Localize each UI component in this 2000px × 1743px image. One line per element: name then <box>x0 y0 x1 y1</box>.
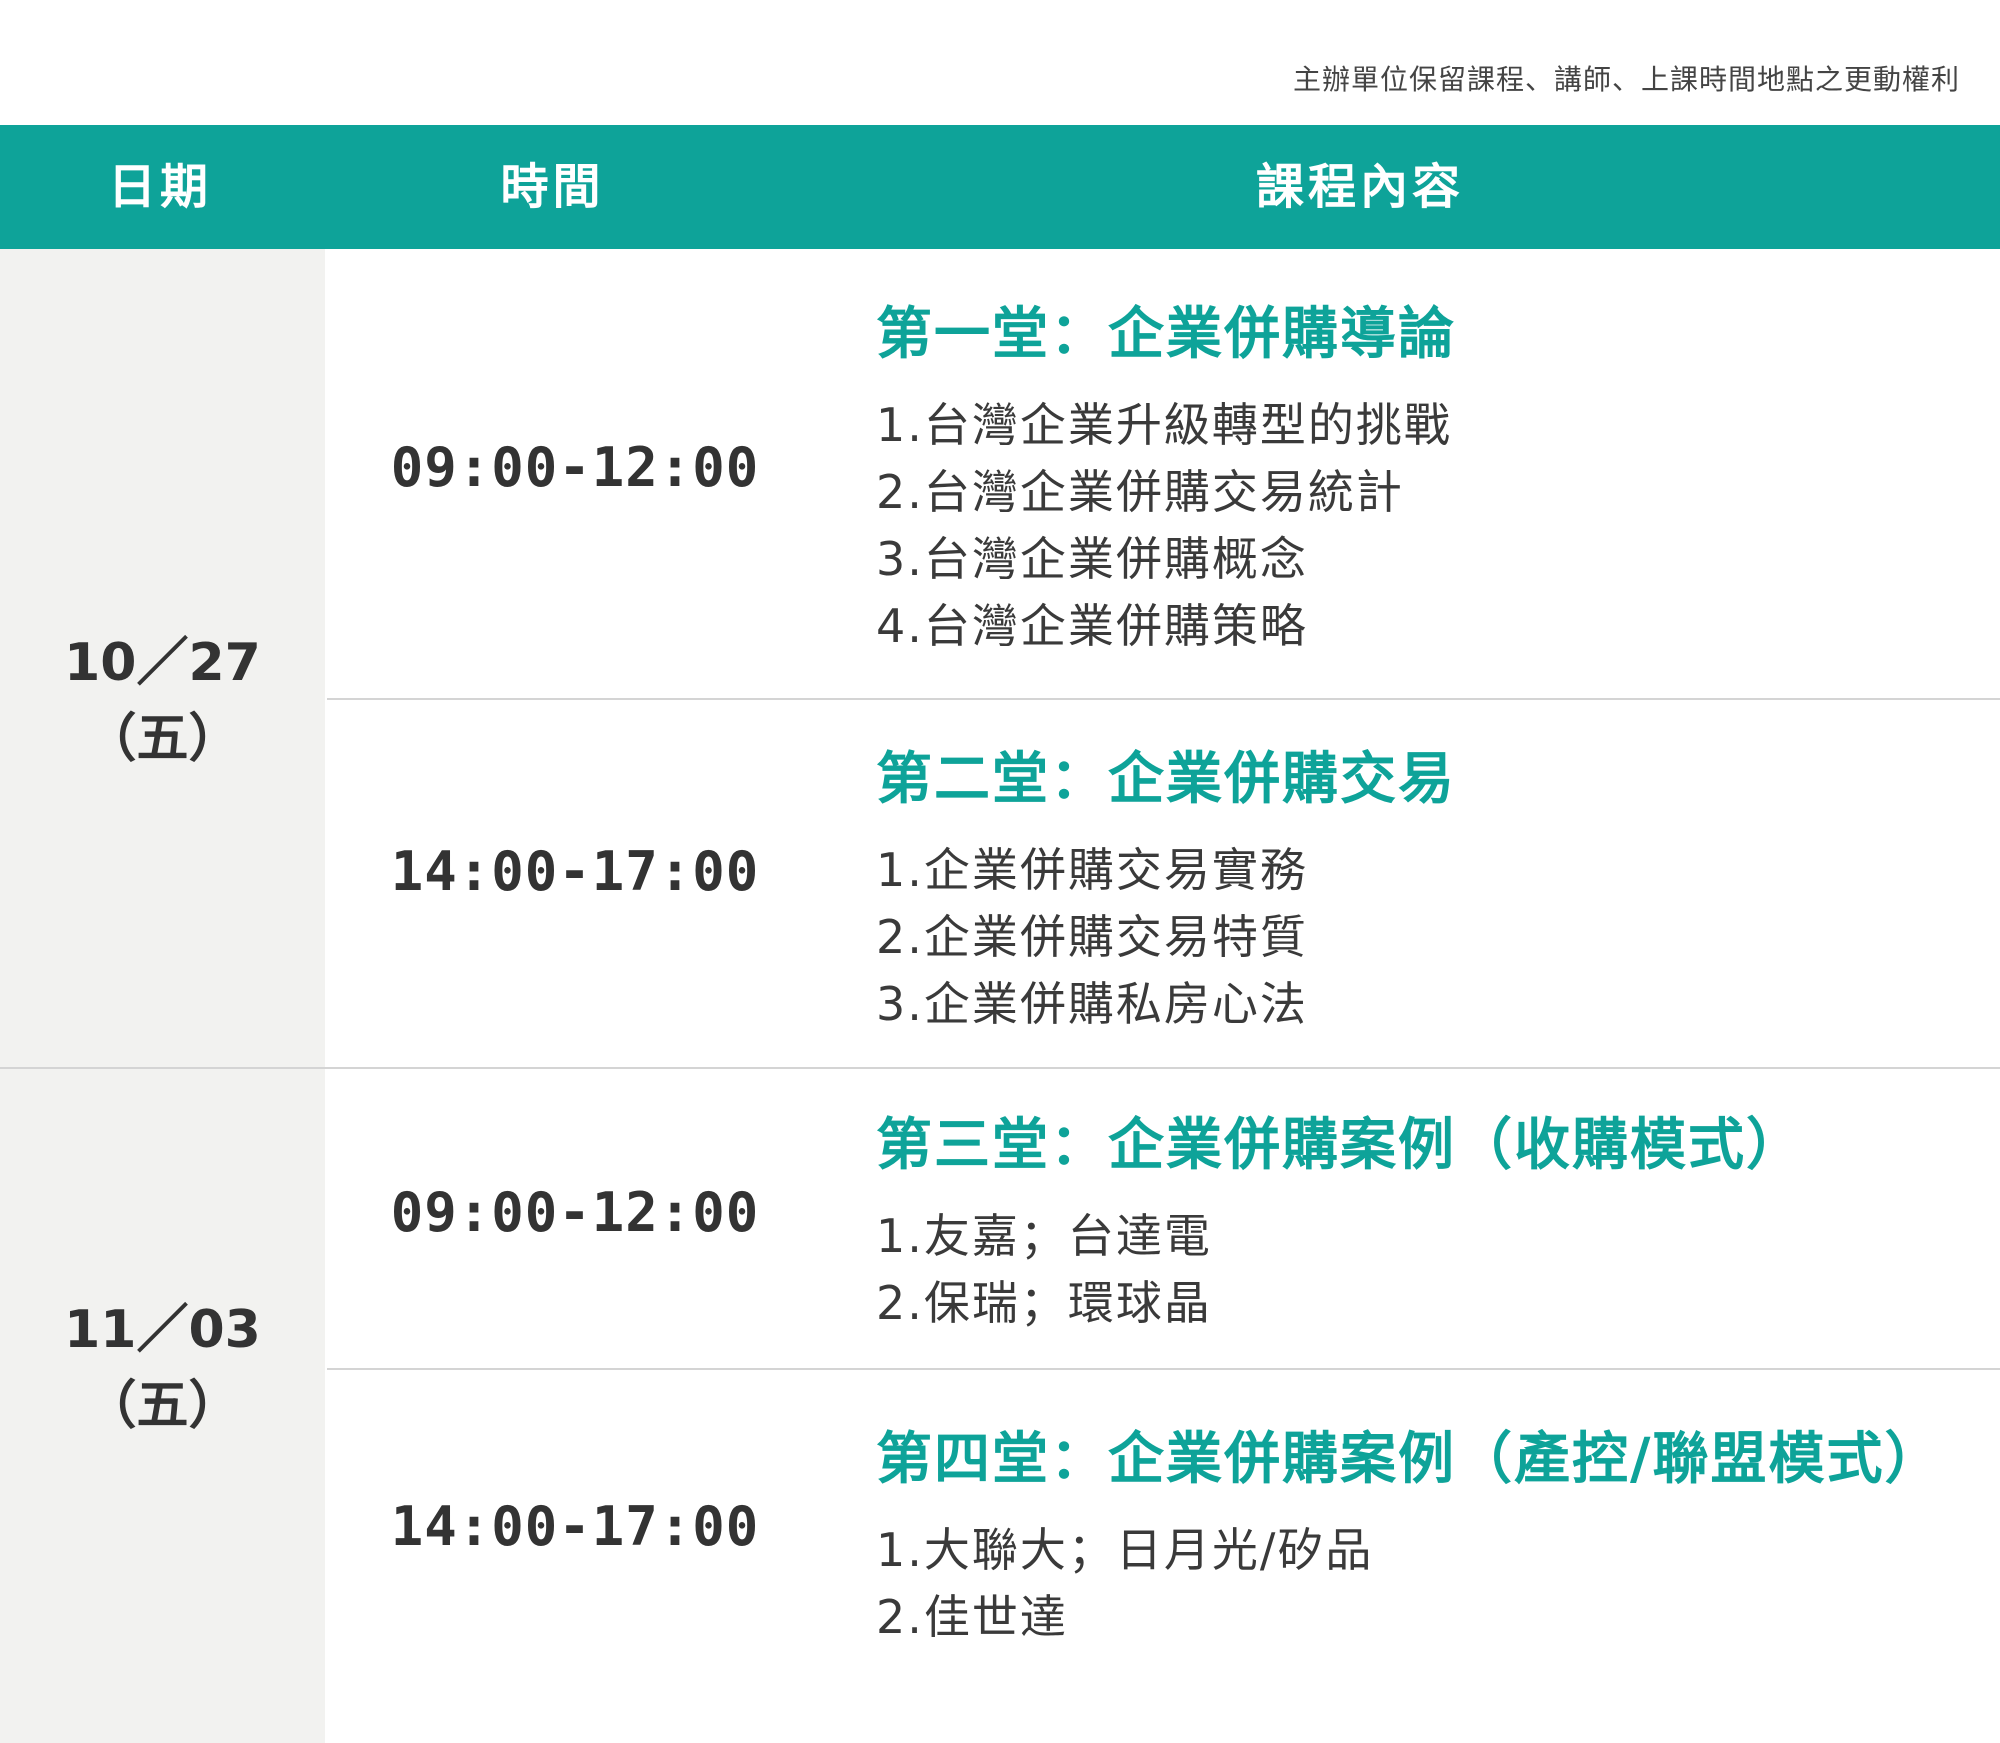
session-time-3: 09:00-12:00 <box>390 1181 760 1244</box>
session-3: 第三堂：企業併購案例（收購模式） 1.友嘉；台達電 2.保瑞；環球晶 <box>876 1111 1804 1337</box>
row-divider <box>327 1368 2000 1370</box>
session-item: 3.台灣企業併購概念 <box>876 532 1308 586</box>
session-item: 3.企業併購私房心法 <box>876 977 1308 1031</box>
column-header-date: 日期 <box>107 159 212 215</box>
session-item: 2.保瑞；環球晶 <box>876 1276 1212 1330</box>
session-title-4: 第四堂：企業併購案例（產控/聯盟模式） <box>876 1427 1943 1492</box>
session-title-1: 第一堂：企業併購導論 <box>876 302 1456 367</box>
session-item: 2.台灣企業併購交易統計 <box>876 465 1404 519</box>
session-items-3: 1.友嘉；台達電 2.保瑞；環球晶 <box>876 1203 1804 1337</box>
session-item: 1.友嘉；台達電 <box>876 1209 1212 1263</box>
weekday-label-day-1: （五） <box>84 709 241 769</box>
session-items-4: 1.大聯大；日月光/矽品 2.佳世達 <box>876 1517 1942 1651</box>
row-divider <box>327 698 2000 700</box>
session-item: 2.佳世達 <box>876 1590 1068 1644</box>
column-header-time: 時間 <box>500 159 605 215</box>
rights-notice: 主辦單位保留課程、講師、上課時間地點之更動權利 <box>1292 63 1960 96</box>
session-time-4: 14:00-17:00 <box>390 1495 760 1558</box>
session-time-2: 14:00-17:00 <box>390 840 760 903</box>
session-title-3: 第三堂：企業併購案例（收購模式） <box>876 1113 1804 1178</box>
session-title-2: 第二堂：企業併購交易 <box>876 747 1456 812</box>
session-item: 1.企業併購交易實務 <box>876 843 1308 897</box>
session-item: 1.大聯大；日月光/矽品 <box>876 1523 1374 1577</box>
session-time-1: 09:00-12:00 <box>390 436 760 499</box>
session-item: 4.台灣企業併購策略 <box>876 599 1308 653</box>
date-label-day-2: 11／03 <box>64 1300 261 1360</box>
weekday-label-day-2: （五） <box>84 1376 241 1436</box>
session-1: 第一堂：企業併購導論 1.台灣企業升級轉型的挑戰 2.台灣企業併購交易統計 3.… <box>876 300 1456 660</box>
session-item: 2.企業併購交易特質 <box>876 910 1308 964</box>
date-label-day-1: 10／27 <box>64 633 261 693</box>
session-2: 第二堂：企業併購交易 1.企業併購交易實務 2.企業併購交易特質 3.企業併購私… <box>876 745 1456 1038</box>
session-items-1: 1.台灣企業升級轉型的挑戰 2.台灣企業併購交易統計 3.台灣企業併購概念 4.… <box>876 392 1456 660</box>
schedule-table-header: 日期 時間 課程內容 <box>0 125 2000 249</box>
session-4: 第四堂：企業併購案例（產控/聯盟模式） 1.大聯大；日月光/矽品 2.佳世達 <box>876 1425 1942 1651</box>
column-header-content: 課程內容 <box>1255 159 1464 215</box>
session-item: 1.台灣企業升級轉型的挑戰 <box>876 398 1452 452</box>
session-items-2: 1.企業併購交易實務 2.企業併購交易特質 3.企業併購私房心法 <box>876 837 1456 1038</box>
